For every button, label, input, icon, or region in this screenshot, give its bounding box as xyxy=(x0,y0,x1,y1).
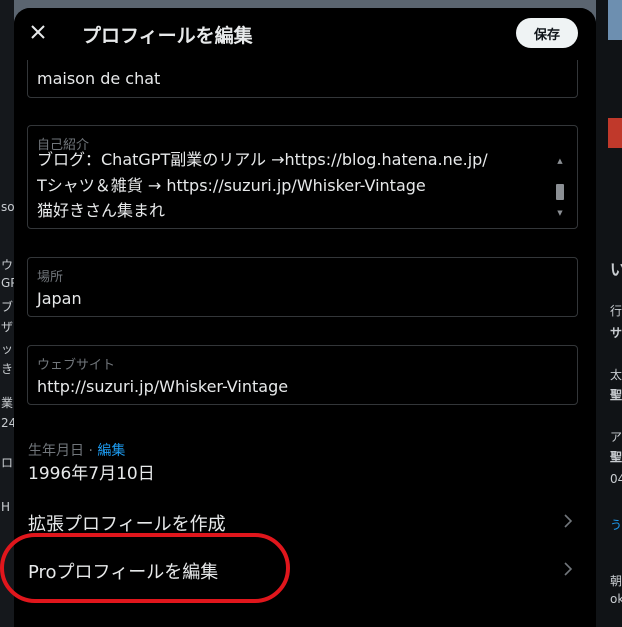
bg-text-fragment: 行 xyxy=(610,304,622,318)
pro-profile-label: Proプロフィールを編集 xyxy=(28,562,219,583)
location-field-label: 場所 xyxy=(37,270,64,285)
birthdate-label-row: 生年月日 · 編集 xyxy=(28,440,125,460)
bg-text-fragment: GP xyxy=(1,276,14,290)
bg-text-fragment: き xyxy=(1,362,14,376)
edit-profile-modal: maison de chat 自己紹介 ブログ：ChatGPT副業のリアル →h… xyxy=(14,8,596,627)
bg-text-fragment: ブ xyxy=(1,300,14,314)
location-field[interactable]: 場所 Japan xyxy=(27,257,578,317)
bio-line: Tシャツ＆雑貨 → https://suzuri.jp/Whisker-Vint… xyxy=(37,176,426,195)
close-icon xyxy=(31,25,45,39)
location-field-value: Japan xyxy=(37,289,82,308)
bg-text-fragment: 聖 xyxy=(610,388,622,402)
chevron-right-icon xyxy=(562,512,574,534)
bg-text-fragment: ok xyxy=(610,592,622,606)
bg-avatar-thumbnail xyxy=(608,0,622,40)
bg-image-thumbnail xyxy=(608,118,622,148)
bg-text-fragment: H xyxy=(1,500,11,514)
bg-text-fragment: ロ xyxy=(1,456,14,470)
bg-text-fragment: う xyxy=(610,518,622,532)
pro-profile-row[interactable]: Proプロフィールを編集 xyxy=(14,550,596,590)
extended-profile-row[interactable]: 拡張プロフィールを作成 xyxy=(14,502,596,542)
bg-text-fragment: サ xyxy=(610,326,622,340)
birthdate-value: 1996年7月10日 xyxy=(28,464,155,484)
bg-text-fragment: 24 xyxy=(1,416,14,430)
name-field-value: maison de chat xyxy=(37,69,161,88)
website-field-value: http://suzuri.jp/Whisker-Vintage xyxy=(37,377,289,396)
scroll-down-arrow-icon[interactable]: ▼ xyxy=(554,208,566,218)
modal-header: プロフィールを編集 保存 xyxy=(14,8,596,60)
website-field-label: ウェブサイト xyxy=(37,358,116,373)
bg-text-fragment: ア xyxy=(610,430,622,444)
bg-text-fragment: ッ xyxy=(1,342,14,356)
birthdate-edit-link[interactable]: 編集 xyxy=(97,443,125,459)
bio-scrollbar[interactable]: ▲ ▼ xyxy=(554,156,566,218)
website-field[interactable]: ウェブサイト http://suzuri.jp/Whisker-Vintage xyxy=(27,345,578,405)
scroll-up-arrow-icon[interactable]: ▲ xyxy=(554,156,566,166)
birthdate-label: 生年月日 · xyxy=(28,443,98,459)
background-page-right: い 行 サ 太 聖 ア 聖 04 う 朝 ok xyxy=(596,0,622,627)
close-button[interactable] xyxy=(24,18,52,46)
bg-text-fragment: い xyxy=(610,260,622,279)
chevron-right-icon xyxy=(562,560,574,582)
bg-text-fragment: ウ xyxy=(1,258,14,272)
bg-text-fragment: 04 xyxy=(610,472,622,486)
extended-profile-label: 拡張プロフィールを作成 xyxy=(28,514,226,535)
bg-text-fragment: so xyxy=(1,200,14,214)
bg-text-fragment: 聖 xyxy=(610,450,622,464)
bio-line: 猫好きさん集まれ xyxy=(37,201,166,220)
background-page-left: so ウ GP ブ ザ ッ き 業 24 ロ H xyxy=(0,0,14,627)
page-title: プロフィールを編集 xyxy=(82,25,253,47)
bio-textarea[interactable]: ブログ：ChatGPT副業のリアル →https://blog.hatena.n… xyxy=(37,148,547,220)
bio-scroll-thumb[interactable] xyxy=(556,184,564,200)
bg-text-fragment: ザ xyxy=(1,320,14,334)
bg-text-fragment: 太 xyxy=(610,368,622,382)
save-button[interactable]: 保存 xyxy=(516,18,578,48)
bg-text-fragment: 業 xyxy=(1,396,14,410)
bio-field[interactable]: 自己紹介 ブログ：ChatGPT副業のリアル →https://blog.hat… xyxy=(27,125,578,229)
bio-line: ブログ：ChatGPT副業のリアル →https://blog.hatena.n… xyxy=(37,150,488,169)
bg-text-fragment: 朝 xyxy=(610,574,622,588)
